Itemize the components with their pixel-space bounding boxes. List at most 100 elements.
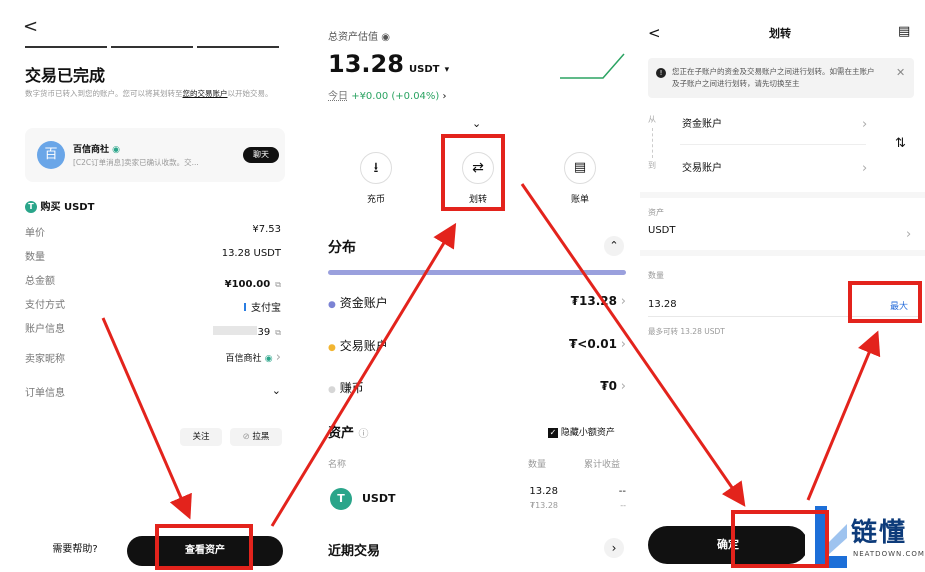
recent-trades-chevron[interactable]: › bbox=[604, 538, 624, 558]
account-row-earn[interactable]: ● 赚币 ₮0 › bbox=[328, 379, 626, 396]
account-row-trading[interactable]: ● 交易账户 ₮<0.01 › bbox=[328, 337, 626, 354]
col-pnl: 累计收益 bbox=[584, 460, 621, 470]
chevron-right-icon: › bbox=[275, 350, 281, 365]
usdt-icon: T bbox=[25, 201, 37, 213]
divider bbox=[680, 144, 866, 145]
block-icon: ⊘ bbox=[242, 432, 250, 442]
bill-icon: ▤ bbox=[564, 152, 596, 184]
deposit-label: 充币 bbox=[366, 195, 385, 205]
row-total: 总金额 ¥100.00 ⧉ bbox=[25, 276, 281, 290]
copy-icon[interactable]: ⧉ bbox=[275, 328, 281, 337]
progress-step-2 bbox=[111, 46, 193, 48]
highlight-confirm bbox=[731, 510, 829, 568]
usdt-icon: T bbox=[330, 488, 352, 510]
deposit-action[interactable]: ⭳ 充币 bbox=[358, 152, 394, 205]
chevron-right-icon: › bbox=[620, 337, 626, 352]
from-account[interactable]: 资金账户 bbox=[682, 115, 722, 130]
bill-action[interactable]: ▤ 账单 bbox=[562, 152, 598, 205]
to-label: 到 bbox=[648, 161, 656, 170]
from-to-connector bbox=[652, 128, 653, 158]
assets-title: 资产 ⓘ bbox=[328, 426, 369, 441]
dot-icon: ● bbox=[328, 385, 336, 395]
order-complete-screen: < 交易已完成 数字货币已转入到您的账户。您可以将其划转至您的交易账户以开始交易… bbox=[15, 0, 300, 572]
swap-icon[interactable]: ⇅ bbox=[895, 136, 906, 151]
row-quantity: 数量 13.28 USDT bbox=[25, 248, 281, 263]
chevron-right-icon: › bbox=[862, 161, 868, 176]
chevron-right-icon: › bbox=[620, 294, 626, 309]
highlight-transfer bbox=[441, 134, 505, 211]
merchant-avatar: 百 bbox=[37, 141, 65, 169]
col-name: 名称 bbox=[328, 460, 347, 470]
section-gap bbox=[640, 192, 925, 198]
from-label: 从 bbox=[648, 115, 656, 124]
merchant-name: 百信商社 ◉ bbox=[73, 145, 121, 155]
total-assets-label: 总资产估值 ◉ bbox=[328, 32, 390, 43]
page-subtitle: 数字货币已转入到您的账户。您可以将其划转至您的交易账户以开始交易。 bbox=[25, 88, 285, 99]
distribution-title: 分布 bbox=[328, 240, 356, 256]
dot-icon: ● bbox=[328, 300, 336, 310]
notice-text: 您正在子账户的资金及交易账户之间进行划转。如需在主账户及子账户之间进行划转，请先… bbox=[672, 67, 875, 88]
order-info-row[interactable]: 订单信息 ⌄ bbox=[25, 384, 281, 399]
chevron-down-icon[interactable]: ⌄ bbox=[472, 117, 481, 130]
block-button[interactable]: ⊘ 拉黑 bbox=[230, 428, 282, 446]
chevron-right-icon: › bbox=[906, 227, 912, 242]
quantity-input[interactable]: 13.28 bbox=[648, 299, 677, 310]
max-available-text: 最多可转 13.28 USDT bbox=[648, 327, 725, 336]
today-pnl[interactable]: 今日 +¥0.00 (+0.04%) › bbox=[328, 87, 447, 102]
close-icon[interactable]: ✕ bbox=[896, 66, 905, 79]
asset-qty-sub: ₮13.28 bbox=[530, 501, 558, 510]
checkbox-checked-icon[interactable]: ✓ bbox=[548, 427, 558, 438]
asset-selector[interactable]: USDT bbox=[648, 225, 675, 236]
help-button[interactable]: 需要帮助? bbox=[25, 536, 125, 564]
subtitle-text-end: 以开始交易。 bbox=[227, 89, 273, 98]
row-account-info: 账户信息 39 ⧉ bbox=[25, 324, 281, 338]
highlight-view-assets bbox=[155, 524, 253, 570]
verified-icon: ◉ bbox=[264, 354, 273, 364]
back-button[interactable]: < bbox=[23, 16, 38, 37]
asset-row-usdt[interactable]: T USDT 13.28 ₮13.28 -- -- bbox=[328, 484, 626, 516]
trading-account-link[interactable]: 您的交易账户 bbox=[183, 89, 228, 98]
chat-button[interactable]: 聊天 bbox=[243, 147, 279, 163]
eye-icon[interactable]: ◉ bbox=[381, 32, 390, 43]
recent-trades-title: 近期交易 bbox=[328, 544, 381, 559]
caret-down-icon[interactable]: ▾ bbox=[445, 65, 450, 75]
asset-pnl: -- bbox=[618, 486, 626, 497]
distribution-bar bbox=[328, 270, 626, 275]
collapse-button[interactable]: ⌃ bbox=[604, 236, 624, 256]
total-assets-value: 13.28 USDT ▾ bbox=[328, 50, 450, 78]
history-icon[interactable]: ▤ bbox=[898, 24, 910, 39]
alipay-marker bbox=[243, 303, 246, 311]
chevron-right-icon: › bbox=[620, 379, 626, 394]
seller-row[interactable]: 卖家昵称 百信商社 ◉ › bbox=[25, 350, 281, 365]
merchant-card[interactable]: 百 百信商社 ◉ [C2C订单消息]卖家已确认收款。交... 聊天 bbox=[25, 128, 285, 182]
buy-title: T 购买 USDT bbox=[25, 198, 94, 213]
page-title: 划转 bbox=[769, 27, 791, 40]
follow-button[interactable]: 关注 bbox=[180, 428, 222, 446]
dot-icon: ● bbox=[328, 343, 336, 353]
asset-name: USDT bbox=[362, 492, 396, 505]
to-account[interactable]: 交易账户 bbox=[682, 159, 722, 174]
hide-small-toggle[interactable]: ✓ 隐藏小额资产 bbox=[548, 425, 615, 438]
verified-icon: ◉ bbox=[112, 145, 121, 155]
brand-domain: NEATDOWN.COM bbox=[853, 550, 925, 558]
row-unit-price: 单价 ¥7.53 bbox=[25, 224, 281, 239]
chevron-right-icon: › bbox=[442, 91, 447, 102]
asset-qty: 13.28 bbox=[529, 486, 558, 497]
mini-chart bbox=[560, 53, 625, 79]
notice-banner: ! 您正在子账户的资金及交易账户之间进行划转。如需在主账户及子账户之间进行划转，… bbox=[648, 58, 914, 98]
progress-step-1 bbox=[25, 46, 107, 48]
quantity-label: 数量 bbox=[648, 271, 664, 280]
asset-label: 资产 bbox=[648, 208, 664, 217]
progress-step-3 bbox=[197, 46, 279, 48]
deposit-icon: ⭳ bbox=[360, 152, 392, 184]
merchant-message: [C2C订单消息]卖家已确认收款。交... bbox=[73, 158, 199, 167]
info-icon[interactable]: ⓘ bbox=[359, 429, 369, 440]
section-gap bbox=[640, 250, 925, 256]
row-payment: 支付方式 支付宝 bbox=[25, 300, 281, 314]
account-row-funding[interactable]: ● 资金账户 ₮13.28 › bbox=[328, 294, 626, 311]
order-details: 单价 ¥7.53 数量 13.28 USDT 总金额 ¥100.00 ⧉ 支付方式 支… bbox=[25, 224, 281, 344]
asset-pnl-sub: -- bbox=[620, 501, 626, 510]
copy-icon[interactable]: ⧉ bbox=[275, 280, 281, 289]
chevron-right-icon: › bbox=[862, 117, 868, 132]
brand-name: 链懂 bbox=[851, 518, 908, 548]
